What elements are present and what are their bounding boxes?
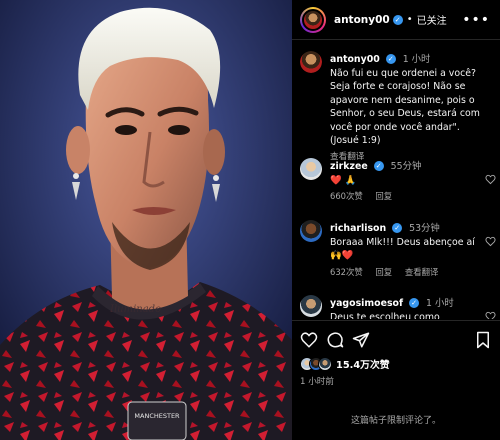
comment-username[interactable]: yagosimoesof [330,298,403,309]
caption-username[interactable]: antony00 [330,54,380,65]
heart-icon[interactable] [485,174,496,185]
post-side-panel: antony00 ✓ • 已关注 ••• antony00 ✓ 1 小时 Não… [292,0,500,440]
post-timestamp[interactable]: 1 小时前 [300,375,334,387]
post-header: antony00 ✓ • 已关注 ••• [292,0,500,40]
caption-time: 1 小时 [402,54,431,65]
verified-icon: ✓ [392,14,403,25]
commenter-avatar[interactable] [300,220,322,242]
comment-body: zirkzee ✓ 55分钟 ❤️ 🙏 660次赞 回复 [330,160,480,204]
share-icon[interactable] [352,331,370,349]
author-avatar-small[interactable] [300,51,322,73]
heart-icon[interactable] [300,331,318,349]
comment-time: 55分钟 [390,161,422,172]
commenter-avatar[interactable] [300,295,322,317]
comment-time: 1 小时 [426,298,454,309]
verified-icon: ✓ [385,54,396,64]
post-photo[interactable]: Iluminado MANCHESTER [0,0,292,440]
comment-like-count[interactable]: 660次赞 [330,191,363,201]
comment-body: richarlison ✓ 53分钟 Boraaa Mlk!!! Deus ab… [330,222,480,279]
verified-icon: ✓ [373,161,384,171]
comments-restricted-notice: 这篇帖子限制评论了。 [350,416,441,426]
comment-text: Deus te escolheu como escolheu [330,311,440,320]
comment-reply-button[interactable]: 回复 [375,191,392,201]
comment-body: yagosimoesof ✓ 1 小时 Deus te escolheu com… [330,297,480,319]
verified-icon: ✓ [409,298,420,308]
player-portrait-illustration: Iluminado MANCHESTER [0,0,292,440]
comment-username[interactable]: zirkzee [330,161,368,172]
caption-body: antony00 ✓ 1 小时 Não fui eu que ordenei a… [330,53,480,164]
follow-status-button[interactable]: 已关注 [417,12,447,27]
action-icons-row [300,331,492,349]
comment-text: Boraaa Mlk!!! Deus abençoe aí 🙌❤️ [330,236,475,262]
instagram-post-window: Iluminado MANCHESTER antony00 ✓ • 已关注 ••… [0,0,500,440]
neck-tattoo-text: Iluminado [109,304,161,315]
bookmark-icon[interactable] [474,331,492,349]
commenter-avatar[interactable] [300,158,322,180]
likes-row[interactable]: 15.4万次赞 [300,355,390,373]
author-avatar-ring[interactable] [300,6,326,33]
liker-avatar [318,357,332,371]
caption-avatar[interactable] [300,51,322,73]
comment-reply-button[interactable]: 回复 [375,267,392,277]
more-icon[interactable]: ••• [462,12,490,28]
post-actions: 15.4万次赞 1 小时前 这篇帖子限制评论了。 [292,320,500,426]
author-username[interactable]: antony00 [334,14,390,26]
comment-translate-link[interactable]: 查看翻译 [405,267,439,277]
comment-like-count[interactable]: 632次赞 [330,267,363,277]
heart-icon[interactable] [485,236,496,247]
separator-dot: • [406,14,413,25]
comment-meta: 660次赞 回复 [330,190,480,204]
likes-count[interactable]: 15.4万次赞 [336,357,390,371]
comment-meta: 632次赞 回复 查看翻译 [330,266,480,280]
author-avatar[interactable] [302,8,324,31]
club-badge-text: MANCHESTER [134,412,180,420]
heart-icon[interactable] [485,311,496,319]
comment-username[interactable]: richarlison [330,223,386,234]
comment-icon[interactable] [326,331,344,349]
comment-time: 53分钟 [409,223,440,234]
caption-text: Não fui eu que ordenei a você? Seja fort… [330,67,480,147]
comments-list[interactable]: antony00 ✓ 1 小时 Não fui eu que ordenei a… [292,41,500,319]
comment-text: ❤️ 🙏 [330,174,357,186]
verified-icon: ✓ [392,223,403,233]
